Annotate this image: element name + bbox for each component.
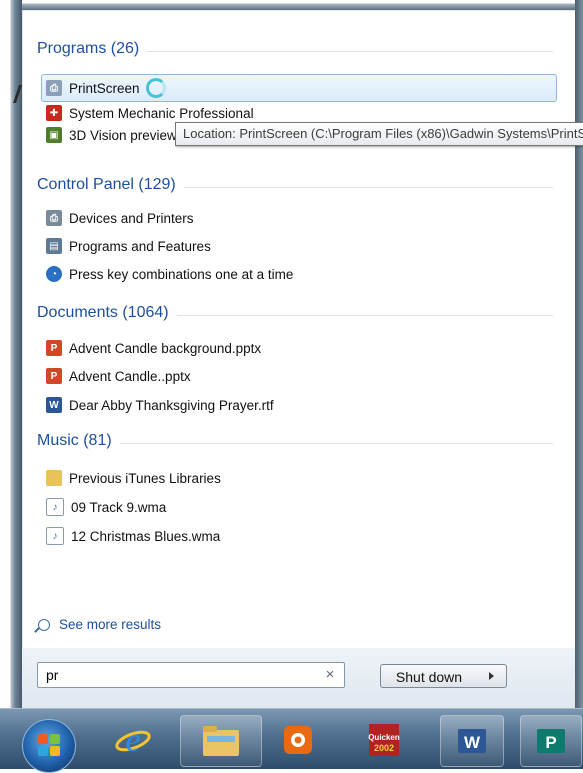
folder-glyph	[203, 726, 239, 756]
result-item-label: System Mechanic Professional	[69, 105, 254, 121]
start-menu-frame-right	[575, 0, 583, 708]
result-item-dear-abby[interactable]: W Dear Abby Thanksgiving Prayer.rtf	[42, 394, 554, 416]
result-item-label: PrintScreen	[69, 80, 140, 96]
result-item-label: 09 Track 9.wma	[71, 499, 167, 515]
result-item-track-9[interactable]: ♪ 09 Track 9.wma	[42, 496, 554, 518]
start-orb-icon[interactable]	[22, 719, 76, 773]
result-item-label: Programs and Features	[69, 238, 211, 254]
group-header-control-panel: Control Panel (129)	[22, 176, 575, 198]
media-player-icon[interactable]	[272, 715, 324, 765]
programs-features-icon: ▤	[46, 238, 62, 254]
shut-down-options-button[interactable]	[477, 664, 507, 688]
music-file-icon: ♪	[46, 527, 64, 545]
result-item-label: Press key combinations one at a time	[69, 266, 294, 282]
start-orb-pane	[38, 734, 48, 744]
result-item-label: 12 Christmas Blues.wma	[71, 528, 221, 544]
svg-text:P: P	[545, 733, 556, 752]
see-more-results-link[interactable]: See more results	[38, 617, 161, 632]
result-item-christmas-blues[interactable]: ♪ 12 Christmas Blues.wma	[42, 525, 554, 547]
word-icon[interactable]: W	[440, 715, 504, 767]
group-header-music: Music (81)	[22, 432, 575, 454]
svg-text:Quicken: Quicken	[368, 733, 400, 742]
group-header-programs: Programs (26)	[22, 40, 575, 62]
group-title-control-panel[interactable]: Control Panel (129)	[37, 176, 184, 194]
group-documents: Documents (1064)	[22, 304, 575, 326]
music-file-icon: ♪	[46, 498, 64, 516]
group-title-programs[interactable]: Programs (26)	[37, 40, 148, 58]
powerpoint-file-icon: P	[46, 340, 62, 356]
search-icon	[38, 618, 50, 631]
group-control-panel: Control Panel (129)	[22, 176, 575, 198]
result-item-label: Dear Abby Thanksgiving Prayer.rtf	[69, 397, 274, 413]
result-item-printscreen[interactable]: ⎙ PrintScreen	[41, 74, 557, 102]
svg-text:e: e	[125, 722, 140, 759]
start-menu-frame-left	[0, 0, 22, 708]
system-mechanic-icon: ✚	[46, 105, 62, 121]
word-glyph: W	[458, 729, 486, 753]
publisher-icon[interactable]: P	[520, 715, 582, 767]
result-item-label: Advent Candle background.pptx	[69, 340, 262, 356]
powerpoint-file-icon: P	[46, 368, 62, 384]
start-orb-pane	[50, 734, 60, 744]
internet-explorer-glyph: e	[115, 722, 151, 759]
word-file-icon: W	[46, 397, 62, 413]
group-title-documents[interactable]: Documents (1064)	[37, 304, 177, 322]
printscreen-icon: ⎙	[46, 80, 62, 96]
result-item-system-mechanic[interactable]: ✚ System Mechanic Professional	[42, 102, 554, 124]
see-more-results-label: See more results	[59, 617, 162, 632]
result-item-advent-candle[interactable]: P Advent Candle..pptx	[42, 365, 554, 387]
start-orb-pane	[38, 746, 48, 756]
result-item-devices-printers[interactable]: ⎙ Devices and Printers	[42, 207, 554, 229]
group-music: Music (81)	[22, 432, 575, 454]
group-header-documents: Documents (1064)	[22, 304, 575, 326]
quicken-glyph: Quicken 2002	[368, 724, 400, 756]
result-item-label: Advent Candle..pptx	[69, 368, 191, 384]
result-item-label: Previous iTunes Libraries	[69, 470, 221, 486]
svg-text:2002: 2002	[374, 743, 394, 753]
result-item-key-combinations[interactable]: ◔ Press key combinations one at a time	[42, 263, 554, 285]
folder-icon	[46, 470, 62, 486]
busy-cursor-icon	[145, 78, 166, 98]
start-menu-frame-top	[0, 0, 583, 10]
clear-search-icon[interactable]: ×	[322, 667, 338, 683]
location-tooltip: Location: PrintScreen (C:\Program Files …	[175, 122, 583, 146]
publisher-glyph: P	[537, 729, 565, 753]
result-item-programs-features[interactable]: ▤ Programs and Features	[42, 235, 554, 257]
result-item-label: Devices and Printers	[69, 210, 194, 226]
start-menu-search-results: Programs (26) ⎙ PrintScreen ✚ System Mec…	[22, 10, 575, 708]
printer-icon: ⎙	[46, 210, 62, 226]
search-input[interactable]: pr	[37, 662, 345, 688]
svg-text:W: W	[464, 733, 481, 752]
result-item-itunes-libraries[interactable]: Previous iTunes Libraries	[42, 467, 554, 489]
internet-explorer-icon[interactable]: e	[98, 715, 168, 765]
file-explorer-icon[interactable]	[180, 715, 262, 767]
group-title-music[interactable]: Music (81)	[37, 432, 120, 450]
ease-of-access-icon: ◔	[46, 266, 62, 282]
media-player-glyph	[284, 726, 312, 754]
shut-down-button[interactable]: Shut down	[380, 664, 478, 688]
start-orb-pane	[50, 746, 60, 756]
3d-vision-icon: ▣	[46, 127, 62, 143]
result-item-advent-candle-background[interactable]: P Advent Candle background.pptx	[42, 337, 554, 359]
quicken-icon[interactable]: Quicken 2002	[356, 715, 412, 765]
group-programs: Programs (26)	[22, 40, 575, 62]
taskbar: e Quicken 2002 W P	[0, 708, 583, 773]
